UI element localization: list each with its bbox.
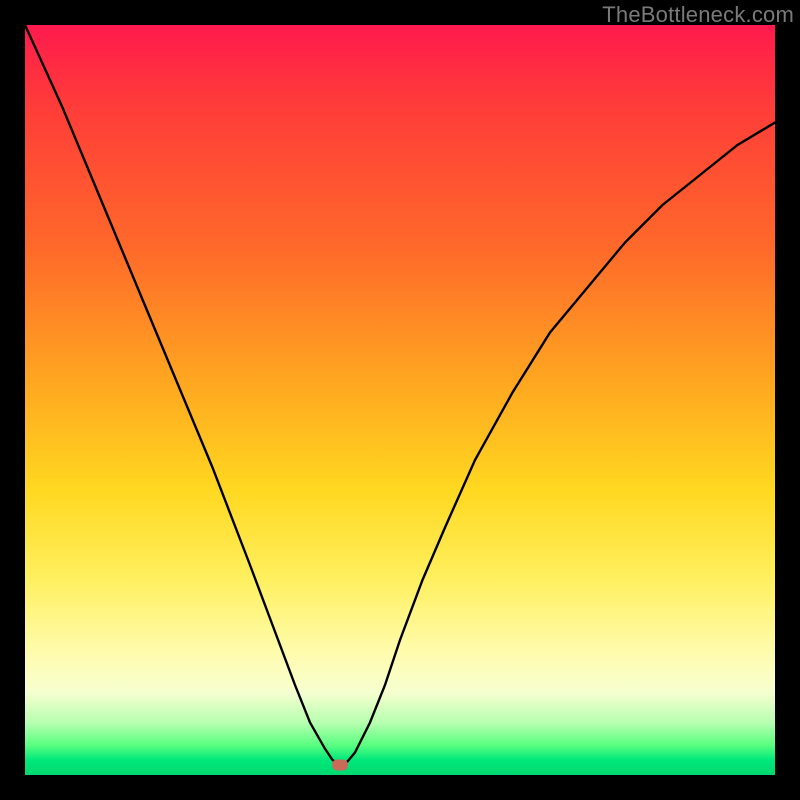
- chart-frame: TheBottleneck.com: [0, 0, 800, 800]
- bottleneck-curve: [25, 25, 775, 775]
- curve-right-branch: [340, 123, 775, 765]
- plot-area: [25, 25, 775, 775]
- minimum-marker: [332, 759, 348, 770]
- watermark-text: TheBottleneck.com: [602, 2, 794, 28]
- curve-left-branch: [25, 25, 340, 765]
